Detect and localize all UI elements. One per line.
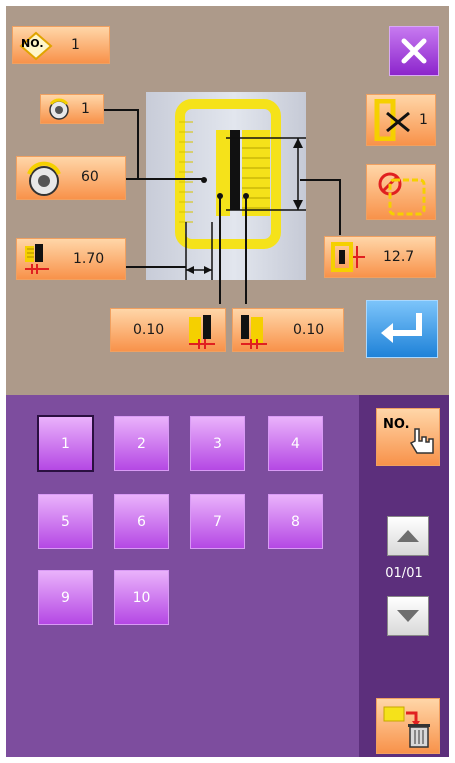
connector-line <box>219 196 221 304</box>
pattern-number-button[interactable]: NO. 1 <box>12 26 110 64</box>
connector-line <box>126 266 186 268</box>
enter-icon <box>381 313 422 343</box>
pattern-button-8[interactable]: 8 <box>268 494 323 549</box>
close-button[interactable] <box>389 26 439 76</box>
connector-line <box>339 179 341 235</box>
cut-length-icon <box>25 244 49 274</box>
tension-count-button[interactable]: 1 <box>40 94 104 124</box>
select-number-label: NO. <box>383 417 410 432</box>
pattern-number-icon-label: NO. <box>21 37 44 50</box>
tension-dial-icon <box>27 161 61 196</box>
pattern-button-5[interactable]: 5 <box>38 494 93 549</box>
tension-value: 60 <box>81 169 99 185</box>
close-icon <box>401 38 427 64</box>
connector-line <box>104 109 138 111</box>
select-number-button[interactable]: NO. <box>376 408 440 466</box>
sew-count-value: 1 <box>419 112 428 128</box>
pattern-button-9[interactable]: 9 <box>38 570 93 625</box>
tension-value-button[interactable]: 60 <box>16 156 126 200</box>
buttonhole-stitch-diagram <box>175 99 306 280</box>
connector-line <box>126 178 204 180</box>
tension-small-icon <box>49 98 69 120</box>
tension-count-value: 1 <box>81 101 90 117</box>
page-indicator: 01/01 <box>385 566 423 581</box>
pattern-button-6[interactable]: 6 <box>114 494 169 549</box>
buttonhole-length-value: 12.7 <box>383 249 415 265</box>
left-width-button[interactable]: 0.10 <box>110 308 226 352</box>
pattern-button-4[interactable]: 4 <box>268 416 323 471</box>
right-width-button[interactable]: 0.10 <box>232 308 344 352</box>
left-width-value: 0.10 <box>133 322 165 338</box>
no-sew-button[interactable] <box>366 164 436 220</box>
hand-pointer-icon <box>409 428 434 454</box>
sewing-machine-screen: NO. 1 1 60 1.70 1 12.7 0.10 0.10 1 2 3 4… <box>6 6 449 757</box>
cut-length-value: 1.70 <box>73 251 105 267</box>
connector-line <box>300 179 340 181</box>
left-width-icon <box>189 315 215 349</box>
right-width-value: 0.10 <box>293 322 325 338</box>
folder-delete-button[interactable] <box>376 698 440 754</box>
page-down-button[interactable] <box>387 596 429 636</box>
buttonhole-length-icon <box>331 242 365 272</box>
buttonhole-diagram <box>146 92 306 280</box>
buttonhole-length-button[interactable]: 12.7 <box>324 236 436 278</box>
no-sew-icon <box>378 172 426 216</box>
page-down-icon <box>397 610 419 622</box>
pattern-button-1[interactable]: 1 <box>37 415 94 472</box>
pattern-number-value: 1 <box>71 37 80 53</box>
pattern-button-7[interactable]: 7 <box>190 494 245 549</box>
enter-button[interactable] <box>366 300 438 358</box>
pattern-button-10[interactable]: 10 <box>114 570 169 625</box>
sew-count-icon <box>374 99 410 141</box>
connector-line <box>245 196 247 304</box>
pattern-button-2[interactable]: 2 <box>114 416 169 471</box>
page-up-button[interactable] <box>387 516 429 556</box>
sew-count-button[interactable]: 1 <box>366 94 436 146</box>
folder-delete-icon <box>383 706 430 748</box>
connector-line <box>137 109 139 179</box>
cut-length-button[interactable]: 1.70 <box>16 238 126 280</box>
pattern-button-3[interactable]: 3 <box>190 416 245 471</box>
right-width-icon <box>241 315 267 349</box>
page-up-icon <box>397 530 419 542</box>
